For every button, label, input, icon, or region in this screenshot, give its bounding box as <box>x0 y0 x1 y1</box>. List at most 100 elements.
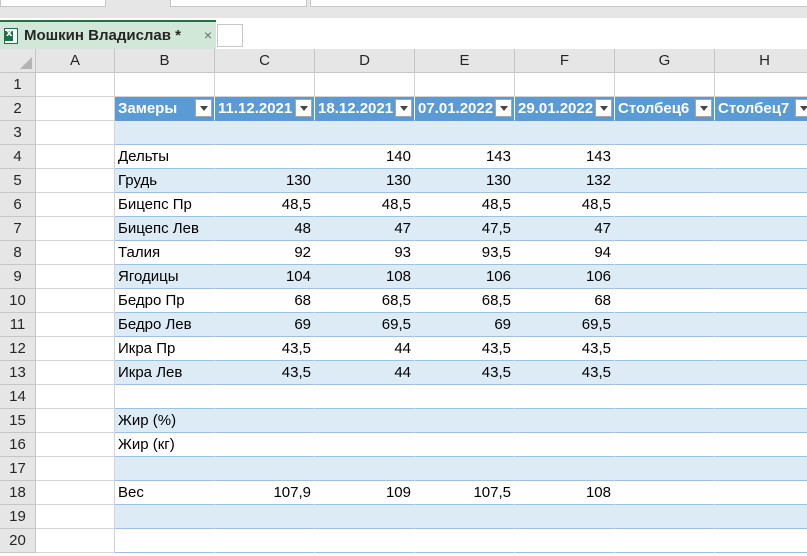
cell[interactable] <box>415 73 515 97</box>
table-cell[interactable] <box>415 505 515 529</box>
filter-dropdown-icon[interactable] <box>495 99 512 117</box>
row-header-11[interactable]: 11 <box>0 313 36 337</box>
table-cell[interactable] <box>315 457 415 481</box>
filter-dropdown-icon[interactable] <box>195 99 212 117</box>
table-cell[interactable] <box>715 337 807 361</box>
row-header-10[interactable]: 10 <box>0 289 36 313</box>
table-cell[interactable] <box>515 409 615 433</box>
table-cell[interactable] <box>615 505 715 529</box>
table-cell[interactable]: 140 <box>315 145 415 169</box>
table-cell[interactable]: 47,5 <box>415 217 515 241</box>
table-cell[interactable] <box>715 193 807 217</box>
table-cell[interactable]: 106 <box>415 265 515 289</box>
table-cell[interactable]: 43,5 <box>515 337 615 361</box>
table-row-label[interactable]: Икра Лев <box>115 361 215 385</box>
table-cell[interactable] <box>615 289 715 313</box>
table-cell[interactable] <box>415 385 515 409</box>
table-row-label[interactable]: Дельты <box>115 145 215 169</box>
table-cell[interactable]: 48,5 <box>415 193 515 217</box>
table-row-label[interactable]: Бицепс Лев <box>115 217 215 241</box>
column-header-h[interactable]: H <box>715 49 807 73</box>
table-cell[interactable]: 93,5 <box>415 241 515 265</box>
table-cell[interactable]: 130 <box>315 169 415 193</box>
table-cell[interactable]: 43,5 <box>415 337 515 361</box>
new-tab-button[interactable] <box>217 24 243 47</box>
table-cell[interactable]: 48,5 <box>315 193 415 217</box>
filter-dropdown-icon[interactable] <box>295 99 312 117</box>
cell[interactable] <box>36 169 115 193</box>
row-header-14[interactable]: 14 <box>0 385 36 409</box>
table-cell[interactable] <box>615 121 715 145</box>
table-cell[interactable] <box>715 529 807 553</box>
table-cell[interactable] <box>715 385 807 409</box>
table-cell[interactable] <box>315 385 415 409</box>
row-header-16[interactable]: 16 <box>0 433 36 457</box>
table-cell[interactable]: 48,5 <box>215 193 315 217</box>
table-cell[interactable] <box>715 121 807 145</box>
table-cell[interactable]: 43,5 <box>215 337 315 361</box>
table-cell[interactable]: 106 <box>515 265 615 289</box>
table-cell[interactable] <box>615 145 715 169</box>
column-header-e[interactable]: E <box>415 49 515 73</box>
table-cell[interactable] <box>415 409 515 433</box>
toolbar-box[interactable] <box>170 0 307 7</box>
table-cell[interactable]: 143 <box>415 145 515 169</box>
table-cell[interactable]: 43,5 <box>215 361 315 385</box>
cell[interactable] <box>36 409 115 433</box>
column-header-a[interactable]: A <box>36 49 115 73</box>
table-header-cell[interactable]: Столбец6 <box>615 97 715 121</box>
table-cell[interactable] <box>415 529 515 553</box>
table-cell[interactable]: 143 <box>515 145 615 169</box>
table-header-cell[interactable]: Замеры <box>115 97 215 121</box>
table-cell[interactable] <box>615 169 715 193</box>
table-cell[interactable] <box>715 313 807 337</box>
table-cell[interactable] <box>715 481 807 505</box>
table-row-label[interactable]: Талия <box>115 241 215 265</box>
table-cell[interactable]: 44 <box>315 337 415 361</box>
table-header-cell[interactable]: 18.12.2021 <box>315 97 415 121</box>
row-header-4[interactable]: 4 <box>0 145 36 169</box>
cell[interactable] <box>36 337 115 361</box>
table-cell[interactable]: 94 <box>515 241 615 265</box>
cell[interactable] <box>36 217 115 241</box>
cell[interactable] <box>36 193 115 217</box>
table-cell[interactable] <box>215 433 315 457</box>
table-cell[interactable] <box>315 505 415 529</box>
table-cell[interactable]: 107,5 <box>415 481 515 505</box>
row-header-6[interactable]: 6 <box>0 193 36 217</box>
table-cell[interactable]: 48,5 <box>515 193 615 217</box>
table-cell[interactable]: 68 <box>515 289 615 313</box>
table-cell[interactable] <box>615 217 715 241</box>
cell[interactable] <box>36 97 115 121</box>
table-cell[interactable] <box>715 361 807 385</box>
table-header-cell[interactable]: 29.01.2022 <box>515 97 615 121</box>
table-cell[interactable]: 132 <box>515 169 615 193</box>
close-icon[interactable]: × <box>204 27 212 43</box>
table-cell[interactable]: 109 <box>315 481 415 505</box>
row-header-20[interactable]: 20 <box>0 529 36 553</box>
row-header-18[interactable]: 18 <box>0 481 36 505</box>
cell[interactable] <box>36 529 115 553</box>
table-cell[interactable]: 68 <box>215 289 315 313</box>
table-cell[interactable]: 68,5 <box>315 289 415 313</box>
table-row-label[interactable] <box>115 121 215 145</box>
table-cell[interactable] <box>515 457 615 481</box>
table-cell[interactable]: 47 <box>515 217 615 241</box>
table-cell[interactable]: 108 <box>315 265 415 289</box>
table-cell[interactable] <box>715 241 807 265</box>
table-cell[interactable]: 93 <box>315 241 415 265</box>
table-cell[interactable] <box>615 241 715 265</box>
row-header-12[interactable]: 12 <box>0 337 36 361</box>
row-header-5[interactable]: 5 <box>0 169 36 193</box>
table-cell[interactable] <box>315 529 415 553</box>
cell[interactable] <box>36 265 115 289</box>
cell[interactable] <box>615 73 715 97</box>
filter-dropdown-icon[interactable] <box>795 99 807 117</box>
cell[interactable] <box>515 73 615 97</box>
cell[interactable] <box>36 481 115 505</box>
workbook-tab[interactable]: Мошкин Владислав * × <box>0 20 216 49</box>
table-cell[interactable]: 69 <box>215 313 315 337</box>
table-cell[interactable]: 130 <box>415 169 515 193</box>
column-header-d[interactable]: D <box>315 49 415 73</box>
cell[interactable] <box>36 145 115 169</box>
